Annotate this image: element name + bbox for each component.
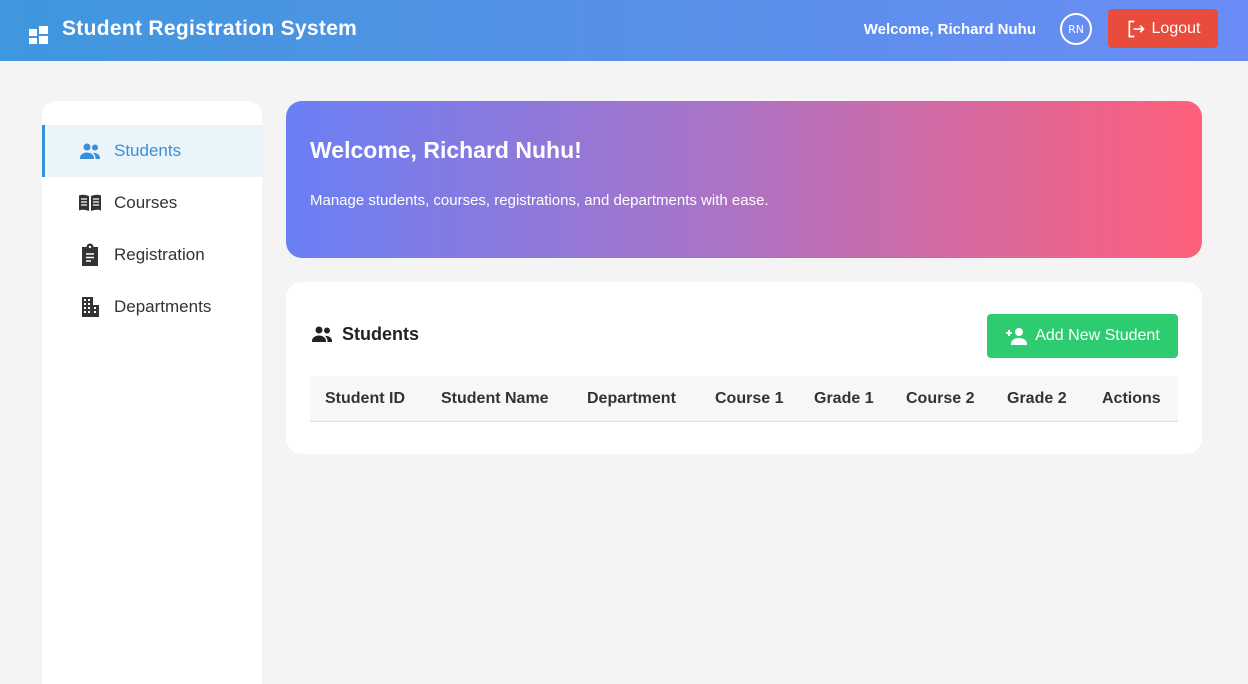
person-add-icon [1006, 328, 1028, 345]
banner-title: Welcome, Richard Nuhu! [310, 137, 582, 163]
welcome-banner: Welcome, Richard Nuhu! Manage students, … [286, 101, 1202, 258]
add-new-student-button[interactable]: Add New Student [987, 314, 1178, 358]
add-button-label: Add New Student [1035, 327, 1160, 344]
sidebar-item-label: Courses [114, 193, 178, 212]
logout-button[interactable]: Logout [1108, 9, 1218, 48]
sidebar-item-label: Departments [114, 297, 212, 316]
column-header[interactable]: Course 1 [715, 390, 783, 408]
sidebar-item-departments[interactable]: Departments [42, 281, 262, 333]
column-header[interactable]: Grade 2 [1007, 390, 1067, 408]
logout-icon [1128, 20, 1145, 37]
avatar[interactable]: RN [1060, 13, 1092, 45]
clipboard-icon [78, 243, 102, 267]
students-panel: Students Add New Student Student ID Stud… [286, 282, 1202, 454]
students-table-header: Student ID Student Name Department Cours… [310, 376, 1178, 422]
panel-title: Students [342, 323, 420, 344]
column-header[interactable]: Actions [1102, 390, 1161, 408]
banner-subtitle: Manage students, courses, registrations,… [310, 192, 769, 209]
welcome-user-text: Welcome, Richard Nuhu [863, 21, 1036, 38]
column-header[interactable]: Student Name [441, 390, 549, 408]
top-navbar: Student Registration System Welcome, Ric… [0, 0, 1248, 61]
sidebar-item-registration[interactable]: Registration [42, 229, 262, 281]
app-title: Student Registration System [62, 17, 358, 40]
dashboard-icon [29, 26, 48, 44]
column-header[interactable]: Student ID [325, 390, 405, 408]
people-icon [312, 326, 332, 342]
people-icon [78, 139, 102, 163]
sidebar-item-courses[interactable]: Courses [42, 177, 262, 229]
sidebar-item-students[interactable]: Students [42, 125, 262, 177]
logout-label: Logout [1151, 19, 1201, 37]
sidebar-item-label: Students [114, 141, 182, 160]
book-icon [78, 191, 102, 215]
panel-heading: Students [310, 322, 419, 346]
column-header[interactable]: Department [587, 390, 676, 408]
building-icon [78, 295, 102, 319]
sidebar-item-label: Registration [114, 245, 205, 264]
column-header[interactable]: Grade 1 [814, 390, 874, 408]
column-header[interactable]: Course 2 [906, 390, 974, 408]
sidebar: Students Courses Registration Department… [42, 101, 262, 684]
